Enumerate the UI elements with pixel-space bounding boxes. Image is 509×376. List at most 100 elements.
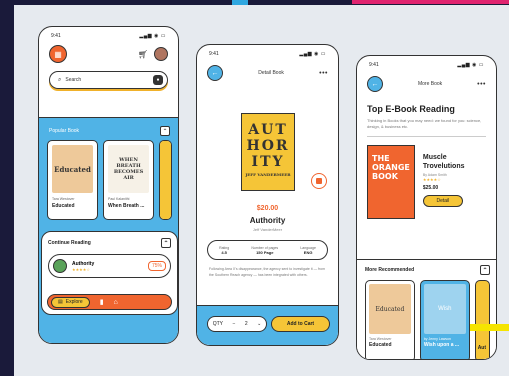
phone-detail: 9:41 ▂▄▆ ◉ ▭ ← Detail Book ••• AUT HOR I… (196, 44, 339, 346)
popular-label: Popular Book (49, 128, 80, 134)
progress-percent: 75% (147, 261, 166, 271)
recommended-expand-button[interactable]: ⌃ (480, 265, 490, 275)
header-title: Detail Book (258, 70, 284, 76)
book-card[interactable]: Educated Tara Westover Educated (47, 140, 99, 220)
arrow-left-icon: ← (211, 69, 219, 77)
back-button[interactable]: ← (207, 65, 223, 81)
stat-value: 150 Page (256, 249, 274, 255)
phone-home: 9:41 ▂▄▆ ◉ ▭ ▦ 🛒︎ ⌕ Search ● Popular Boo… (38, 26, 179, 344)
book-author: Jeff VanderMeer (252, 227, 283, 232)
recommended-section: More Recommended ⌃ Educated Tara Westove… (357, 259, 496, 359)
stat-value: ENG (303, 249, 313, 255)
book-thumbnail (53, 259, 67, 273)
avatar[interactable] (154, 47, 168, 61)
book-description: Following Area X's disappearance, the ag… (209, 267, 326, 277)
book-card-partial[interactable]: Aut (474, 280, 490, 359)
more-header: ← More Book ••• (357, 70, 496, 98)
star-rating: ★★★★☆ (72, 266, 90, 272)
continue-item[interactable]: Authority ★★★★☆ 75% (48, 254, 171, 278)
detail-button[interactable]: Detail (422, 195, 463, 207)
book-author: by Jenny Lawson (423, 337, 451, 341)
book-title: Aut (477, 345, 487, 351)
book-title: Wish upon a ... (423, 342, 460, 348)
arrow-left-icon: ← (371, 80, 379, 88)
grid-icon: ▦ (54, 49, 62, 59)
book-card[interactable]: WHEN BREATH BECOMES AIR Paul Kalanithi W… (103, 140, 155, 220)
minus-icon[interactable]: − (232, 321, 235, 327)
home-header: ▦ 🛒︎ (39, 41, 178, 67)
book-title: Educated (52, 203, 75, 209)
accent-bar-blue (232, 0, 248, 5)
star-rating: ★★★★☆ (422, 177, 441, 182)
book-cover: WHEN BREATH BECOMES AIR (108, 145, 150, 193)
featured-book[interactable]: THE ORANGE BOOK Muscle Trovelutions By A… (357, 139, 496, 225)
cover-line: AUT (248, 122, 288, 138)
cart-tab-icon[interactable]: ⌂ (114, 299, 118, 306)
divider (367, 136, 486, 137)
book-cover: Educated (369, 284, 411, 334)
book-author: Tara Westover (52, 197, 75, 201)
status-icons: ▂▄▆ ◉ ▭ (299, 51, 326, 57)
quantity-stepper[interactable]: QTY − 2 ⌄ (207, 316, 267, 332)
page-description: Thinking in Books that you may need: we … (367, 118, 482, 129)
stat-value: 4.5 (221, 249, 227, 255)
add-to-cart-button[interactable]: Add to Cart (271, 316, 330, 332)
book-tab-icon[interactable]: ▮ (100, 298, 104, 306)
stat-label: Number of pages (251, 245, 279, 250)
stat-label: Rating (219, 245, 230, 250)
cover-line: ITY (251, 154, 285, 170)
recommended-header: More Recommended ⌃ (357, 260, 496, 280)
stat-rating: Rating 4.5 (219, 246, 229, 255)
popular-books: Educated Tara Westover Educated WHEN BRE… (39, 140, 178, 220)
recommended-books: Educated Tara Westover Educated Wish by … (357, 280, 496, 359)
book-author: Tara Westover (369, 337, 392, 341)
book-name: Authority (249, 216, 286, 225)
accent-bar-pink (352, 0, 509, 4)
featured-title: Muscle Trovelutions (422, 154, 465, 170)
book-stats: Rating 4.5 Number of pages 150 Page Lang… (207, 240, 328, 260)
qty-value: 2 (244, 321, 248, 327)
stat-pages: Number of pages 150 Page (251, 246, 278, 255)
tab-explore[interactable]: ▤ Explore (51, 296, 90, 308)
book-card-partial[interactable] (159, 140, 172, 220)
book-cover: Educated (52, 145, 94, 193)
mic-icon[interactable]: ● (153, 75, 163, 85)
stat-language: Language ENG (300, 246, 316, 255)
bookmark-icon (316, 178, 322, 184)
bookmark-button[interactable] (311, 173, 327, 189)
page-title: Top E-Book Reading (367, 104, 455, 114)
continue-label: Continue Reading (48, 240, 91, 246)
search-input[interactable]: ⌕ Search ● (49, 71, 168, 89)
phone-more: 9:41 ▂▄▆ ◉ ▭ ← More Book ••• Top E-Book … (356, 55, 497, 360)
book-title: When Breath ... (108, 203, 145, 209)
chevron-down-icon[interactable]: ⌄ (257, 321, 261, 327)
explore-icon: ▤ (58, 299, 63, 305)
tab-explore-label: Explore (65, 299, 83, 305)
detail-header: ← Detail Book ••• (197, 59, 338, 87)
popular-header: Popular Book ⌃ (39, 118, 178, 140)
book-price: $20.00 (256, 205, 279, 212)
header-actions: 🛒︎ (138, 47, 168, 61)
book-cover (160, 141, 171, 219)
menu-button[interactable]: ▦ (49, 45, 67, 63)
book-title: Educated (369, 342, 392, 348)
status-bar: 9:41 ▂▄▆ ◉ ▭ (357, 56, 496, 70)
tab-bar: ▤ Explore ▮ ⌂ (47, 294, 172, 310)
continue-expand-button[interactable]: ⌃ (161, 238, 171, 248)
popular-expand-button[interactable]: ⌃ (160, 126, 170, 136)
book-cover: AUT HOR ITY JEFF VANDERMEER (241, 113, 295, 191)
status-icons: ▂▄▆ ◉ ▭ (457, 62, 484, 68)
cart-icon[interactable]: 🛒︎ (138, 50, 148, 59)
more-icon[interactable]: ••• (477, 81, 486, 88)
back-button[interactable]: ← (367, 76, 383, 92)
status-time: 9:41 (369, 62, 379, 68)
book-card[interactable]: Educated Tara Westover Educated (365, 280, 415, 359)
status-time: 9:41 (209, 51, 219, 57)
book-card[interactable]: Wish by Jenny Lawson Wish upon a ... (419, 280, 470, 359)
featured-info: Muscle Trovelutions By Adam Smith ★★★★☆ … (422, 145, 486, 219)
status-bar: 9:41 ▂▄▆ ◉ ▭ (39, 27, 178, 41)
featured-price: $25.00 (422, 185, 439, 191)
cover-author: JEFF VANDERMEER (245, 172, 291, 177)
search-placeholder: Search (65, 77, 82, 83)
more-icon[interactable]: ••• (319, 70, 328, 77)
